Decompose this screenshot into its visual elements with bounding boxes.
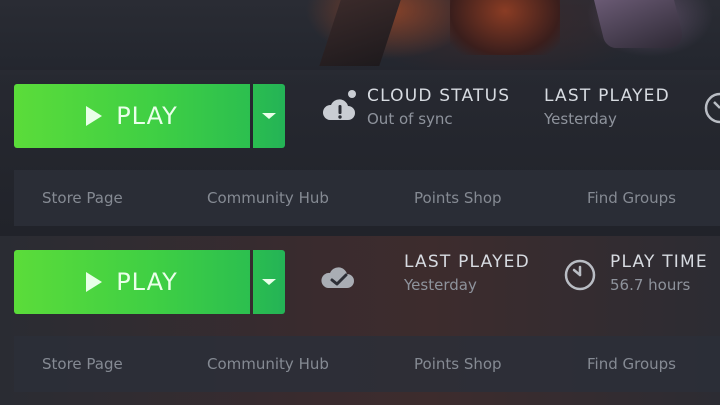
play-options-dropdown[interactable] [253, 84, 285, 148]
stat-value: 56.7 hours [610, 276, 691, 294]
game-hero-art [0, 0, 720, 75]
stat-value: Out of sync [367, 110, 453, 128]
last-played-stat: LAST PLAYED Yesterday [404, 252, 530, 294]
play-options-dropdown[interactable] [253, 250, 285, 314]
nav-find-groups[interactable]: Find Groups [587, 336, 676, 392]
stat-value: Yesterday [544, 110, 617, 128]
play-icon [86, 106, 103, 126]
play-button-label: PLAY [116, 268, 178, 296]
play-icon [86, 272, 103, 292]
game-nav-bar: Store Page Community Hub Points Shop Fin… [14, 170, 720, 226]
nav-points-shop[interactable]: Points Shop [414, 336, 502, 392]
stat-title: LAST PLAYED [544, 86, 670, 106]
nav-store-page[interactable]: Store Page [42, 336, 123, 392]
chevron-down-icon [262, 279, 276, 285]
stat-value: Yesterday [404, 276, 477, 294]
nav-community-hub[interactable]: Community Hub [207, 336, 329, 392]
last-played-stat: LAST PLAYED Yesterday [544, 86, 670, 128]
nav-points-shop[interactable]: Points Shop [414, 170, 502, 226]
stat-title: LAST PLAYED [404, 252, 530, 272]
nav-community-hub[interactable]: Community Hub [207, 170, 329, 226]
clock-icon [704, 92, 720, 124]
game-nav-bar: Store Page Community Hub Points Shop Fin… [14, 336, 720, 392]
nav-store-page[interactable]: Store Page [42, 170, 123, 226]
play-button[interactable]: PLAY [14, 250, 250, 314]
stat-title: CLOUD STATUS [367, 86, 511, 106]
stat-title: PLAY TIME [610, 252, 708, 272]
cloud-alert-icon [322, 90, 356, 120]
play-button[interactable]: PLAY [14, 84, 250, 148]
play-time-stat: PLAY TIME 56.7 hours [610, 252, 708, 294]
clock-icon [564, 259, 596, 291]
nav-find-groups[interactable]: Find Groups [587, 170, 676, 226]
cloud-check-icon [321, 267, 354, 288]
chevron-down-icon [262, 113, 276, 119]
play-button-label: PLAY [116, 102, 178, 130]
cloud-status-stat: CLOUD STATUS Out of sync [367, 86, 510, 128]
